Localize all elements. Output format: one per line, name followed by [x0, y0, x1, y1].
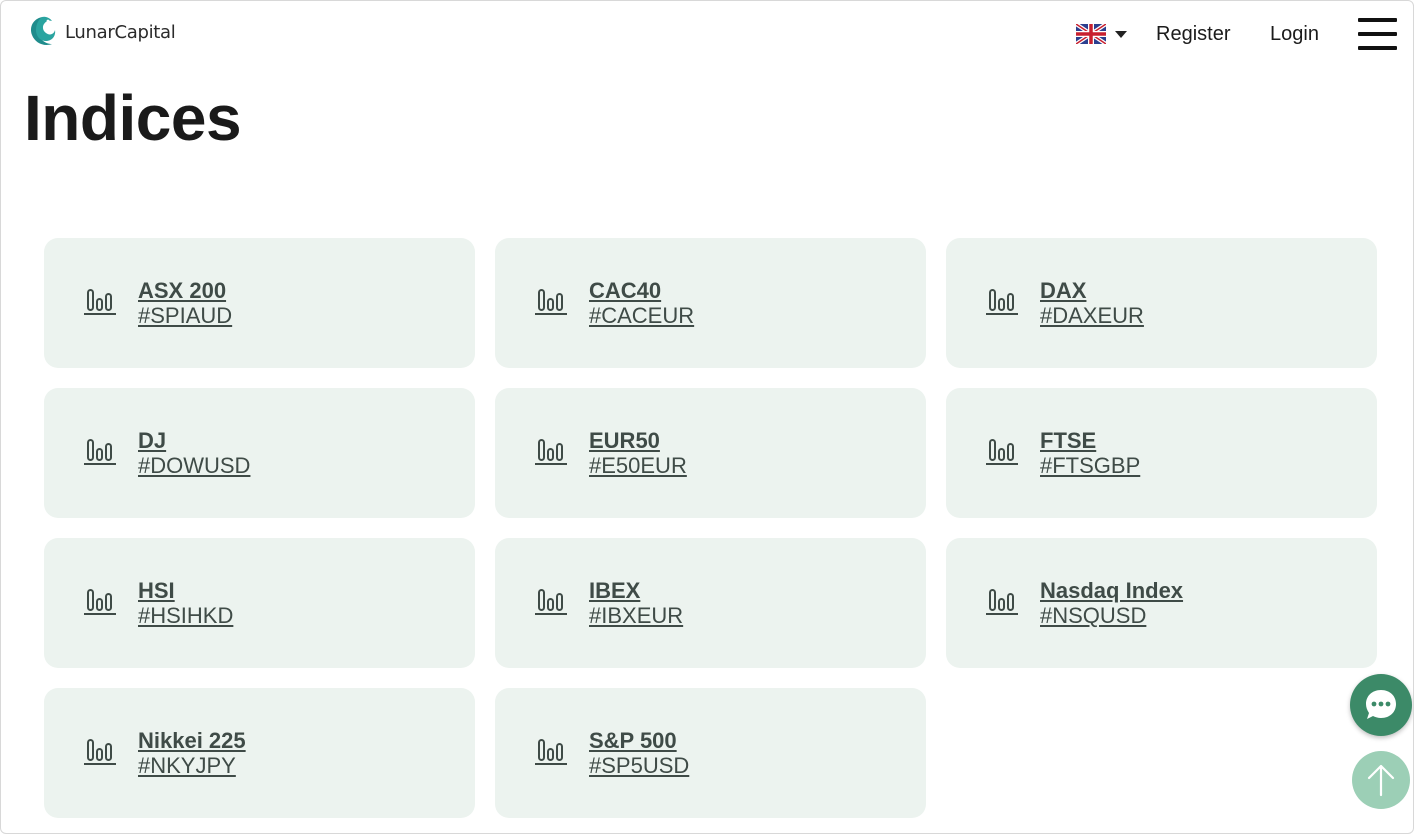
page-title: Indices	[24, 82, 242, 154]
index-name[interactable]: DJ	[138, 428, 250, 453]
chevron-down-icon	[1115, 30, 1127, 38]
index-name[interactable]: Nasdaq Index	[1040, 578, 1183, 603]
index-code[interactable]: #E50EUR	[589, 453, 687, 478]
index-name[interactable]: S&P 500	[589, 728, 689, 753]
index-card[interactable]: CAC40 #CACEUR	[495, 238, 926, 368]
index-code[interactable]: #SPIAUD	[138, 303, 232, 328]
index-card[interactable]: DAX #DAXEUR	[946, 238, 1377, 368]
index-code[interactable]: #HSIHKD	[138, 603, 233, 628]
register-link[interactable]: Register	[1156, 23, 1230, 46]
index-card[interactable]: IBEX #IBXEUR	[495, 538, 926, 668]
site-header: LunarCapital Register Login	[1, 1, 1413, 69]
bar-chart-icon	[535, 289, 567, 315]
index-card[interactable]: HSI #HSIHKD	[44, 538, 475, 668]
page-frame: LunarCapital Register Login Indices ASX	[0, 0, 1414, 834]
index-name[interactable]: EUR50	[589, 428, 687, 453]
lunar-logo-icon	[31, 16, 56, 45]
index-card[interactable]: DJ #DOWUSD	[44, 388, 475, 518]
chat-button[interactable]	[1350, 674, 1412, 736]
index-code[interactable]: #FTSGBP	[1040, 453, 1140, 478]
bar-chart-icon	[986, 589, 1018, 615]
bar-chart-icon	[535, 739, 567, 765]
brand-logo[interactable]: LunarCapital	[28, 15, 176, 49]
index-name[interactable]: HSI	[138, 578, 233, 603]
index-code[interactable]: #CACEUR	[589, 303, 694, 328]
index-code[interactable]: #IBXEUR	[589, 603, 683, 628]
index-card[interactable]: ASX 200 #SPIAUD	[44, 238, 475, 368]
bar-chart-icon	[986, 439, 1018, 465]
index-name[interactable]: CAC40	[589, 278, 694, 303]
index-card[interactable]: Nikkei 225 #NKYJPY	[44, 688, 475, 818]
index-name[interactable]: DAX	[1040, 278, 1144, 303]
index-name[interactable]: FTSE	[1040, 428, 1140, 453]
bar-chart-icon	[84, 739, 116, 765]
chat-bubble-icon	[1366, 690, 1396, 719]
index-code[interactable]: #SP5USD	[589, 753, 689, 778]
bar-chart-icon	[84, 289, 116, 315]
menu-bar	[1358, 46, 1397, 50]
index-name[interactable]: IBEX	[589, 578, 683, 603]
menu-bar	[1358, 18, 1397, 22]
index-card[interactable]: S&P 500 #SP5USD	[495, 688, 926, 818]
indices-grid: ASX 200 #SPIAUD CAC40 #CACEUR DAX #DAXEU…	[44, 238, 1377, 818]
uk-flag-icon	[1076, 24, 1106, 44]
bar-chart-icon	[84, 439, 116, 465]
index-name[interactable]: ASX 200	[138, 278, 232, 303]
index-card[interactable]: Nasdaq Index #NSQUSD	[946, 538, 1377, 668]
index-code[interactable]: #NKYJPY	[138, 753, 246, 778]
index-code[interactable]: #DOWUSD	[138, 453, 250, 478]
bar-chart-icon	[535, 439, 567, 465]
index-code[interactable]: #DAXEUR	[1040, 303, 1144, 328]
index-card[interactable]: FTSE #FTSGBP	[946, 388, 1377, 518]
bar-chart-icon	[986, 289, 1018, 315]
index-code[interactable]: #NSQUSD	[1040, 603, 1183, 628]
bar-chart-icon	[84, 589, 116, 615]
language-selector[interactable]	[1076, 24, 1127, 44]
index-card[interactable]: EUR50 #E50EUR	[495, 388, 926, 518]
arrow-up-icon	[1367, 764, 1395, 797]
login-link[interactable]: Login	[1270, 23, 1319, 46]
brand-name: LunarCapital	[65, 21, 176, 43]
scroll-top-button[interactable]	[1352, 751, 1410, 809]
index-name[interactable]: Nikkei 225	[138, 728, 246, 753]
menu-bar	[1358, 32, 1397, 36]
bar-chart-icon	[535, 589, 567, 615]
hamburger-menu-icon[interactable]	[1358, 18, 1398, 50]
